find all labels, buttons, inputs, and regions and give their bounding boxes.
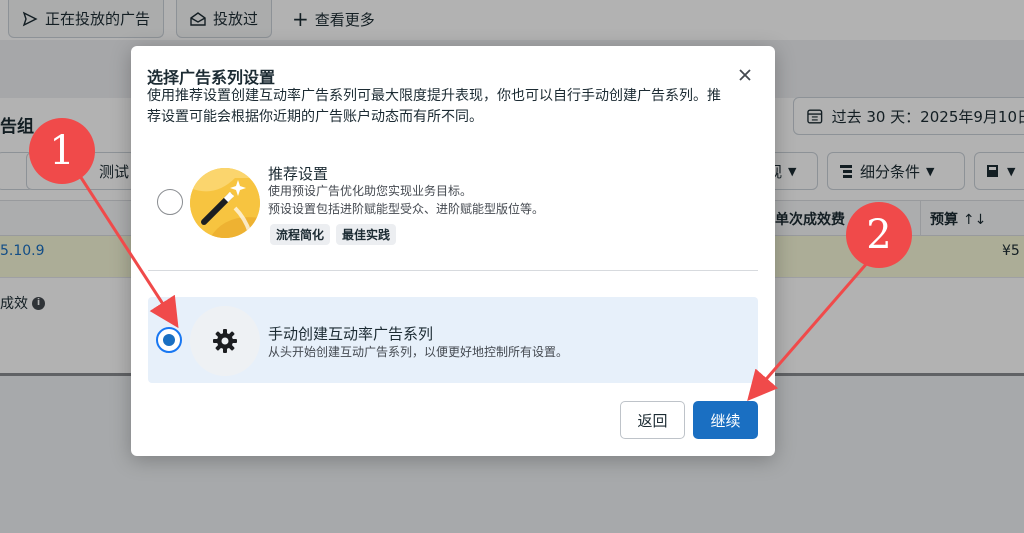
- radio-manual[interactable]: [156, 327, 182, 353]
- tag: 流程简化: [270, 224, 331, 245]
- subtitle-line: 使用预设广告优化助您实现业务目标。: [268, 184, 473, 198]
- options-divider: [148, 270, 758, 271]
- close-icon: [739, 69, 751, 81]
- option-subtitle: 从头开始创建互动广告系列，以便更好地控制所有设置。: [268, 345, 569, 359]
- magic-wand-icon: [190, 168, 260, 238]
- option-manual[interactable]: 手动创建互动率广告系列 从头开始创建互动广告系列，以便更好地控制所有设置。: [148, 297, 758, 383]
- option-title: 手动创建互动率广告系列: [268, 325, 434, 343]
- dialog-title: 选择广告系列设置: [147, 68, 276, 87]
- tag: 最佳实践: [336, 224, 397, 245]
- dialog-description: 使用推荐设置创建互动率广告系列可最大限度提升表现，你也可以自行手动创建广告系列。…: [147, 88, 721, 125]
- close-button[interactable]: [732, 62, 758, 88]
- campaign-setup-dialog: 选择广告系列设置 使用推荐设置创建互动率广告系列可最大限度提升表现，你也可以自行…: [131, 46, 775, 456]
- tag-list: 流程简化 最佳实践: [270, 224, 397, 245]
- option-title: 推荐设置: [268, 165, 329, 183]
- continue-button[interactable]: 继续: [693, 401, 758, 439]
- annotation-marker-1: 1: [29, 118, 95, 184]
- annotation-marker-2: 2: [846, 202, 912, 268]
- gear-icon: [190, 306, 260, 376]
- radio-recommended[interactable]: [157, 189, 183, 215]
- option-subtitle: 使用预设广告优化助您实现业务目标。 预设设置包括进阶赋能型受众、进阶赋能型版位等…: [268, 182, 544, 218]
- option-recommended[interactable]: 推荐设置 使用预设广告优化助您实现业务目标。 预设设置包括进阶赋能型受众、进阶赋…: [148, 156, 758, 256]
- subtitle-line: 预设设置包括进阶赋能型受众、进阶赋能型版位等。: [268, 202, 545, 216]
- back-button[interactable]: 返回: [620, 401, 685, 439]
